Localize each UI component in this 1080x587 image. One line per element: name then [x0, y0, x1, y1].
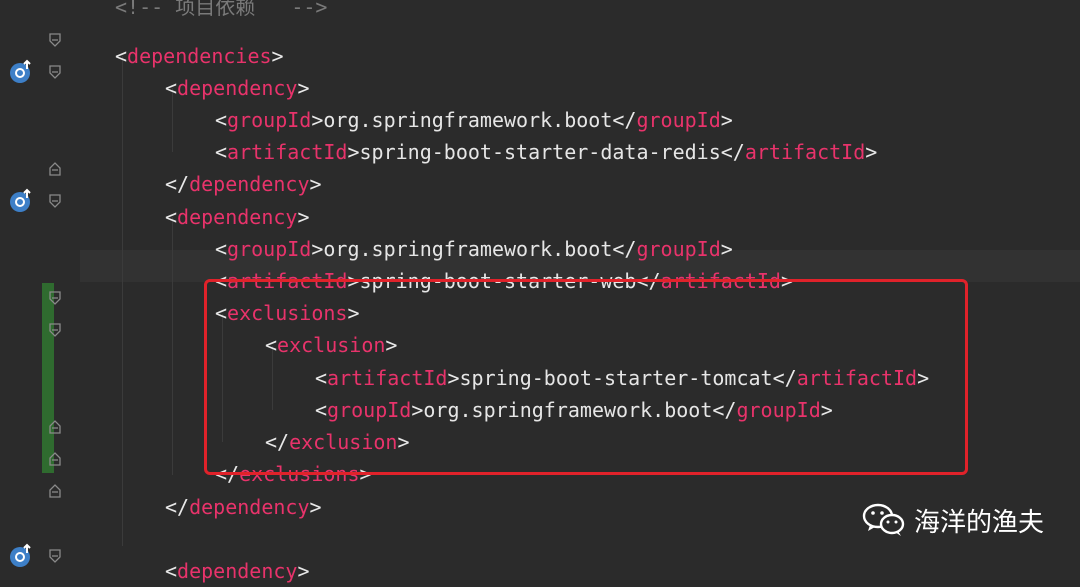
tag-name: groupId [636, 108, 721, 132]
tag-name: dependency [189, 495, 310, 519]
tag-name: groupId [227, 237, 312, 261]
tag-bracket: </ [165, 172, 190, 196]
wechat-icon [862, 503, 905, 536]
tag-bracket: > [865, 140, 878, 164]
editor-gutter [0, 0, 80, 568]
code-line[interactable]: <artifactId>spring-boot-starter-data-red… [215, 136, 877, 168]
tag-bracket: </ [612, 108, 637, 132]
tag-bracket: > [297, 559, 310, 583]
tag-bracket: > [311, 237, 324, 261]
code-line[interactable]: <dependency> [165, 72, 310, 104]
fold-close-icon[interactable] [48, 420, 62, 434]
fold-open-icon[interactable] [48, 65, 62, 79]
tag-bracket: < [165, 559, 178, 583]
code-line[interactable]: </dependency> [165, 491, 322, 523]
vcs-added-bar [42, 283, 54, 473]
indent-guide [122, 56, 123, 546]
fold-open-icon[interactable] [48, 323, 62, 337]
tag-bracket: </ [165, 495, 190, 519]
fold-open-icon[interactable] [48, 291, 62, 305]
fold-open-icon[interactable] [48, 33, 62, 47]
tag-bracket: < [115, 44, 128, 68]
fold-open-icon[interactable] [48, 194, 62, 208]
tag-bracket: > [309, 172, 322, 196]
tag-value: spring-boot-starter-data-redis [359, 140, 721, 164]
implemented-marker-icon[interactable] [8, 188, 34, 214]
tag-name: groupId [636, 237, 721, 261]
tag-bracket: </ [612, 237, 637, 261]
tag-bracket: > [297, 76, 310, 100]
tag-bracket: > [309, 495, 322, 519]
code-comment: <!-- 项目依赖 --> [115, 0, 328, 19]
tag-name: dependency [177, 205, 298, 229]
tag-bracket: </ [720, 140, 745, 164]
fold-close-icon[interactable] [48, 484, 62, 498]
tag-bracket: < [215, 140, 228, 164]
tag-name: dependency [177, 559, 298, 583]
fold-close-icon[interactable] [48, 162, 62, 176]
watermark-text: 海洋的渔夫 [914, 507, 1045, 538]
tag-name: dependencies [127, 44, 272, 68]
tag-bracket: > [271, 44, 284, 68]
tag-bracket: > [720, 237, 733, 261]
tag-bracket: < [215, 237, 228, 261]
tag-bracket: < [165, 205, 178, 229]
implemented-marker-icon[interactable] [8, 543, 34, 569]
tag-bracket: > [311, 108, 324, 132]
tag-value: org.springframework.boot [323, 108, 613, 132]
tag-bracket: > [347, 140, 360, 164]
tag-bracket: > [720, 108, 733, 132]
exclusions-highlight-box [204, 279, 968, 475]
tag-bracket: < [165, 76, 178, 100]
code-line[interactable]: <groupId>org.springframework.boot</group… [215, 233, 733, 265]
implemented-marker-icon[interactable] [8, 59, 34, 85]
indent-guide [172, 217, 173, 475]
code-line[interactable]: </dependency> [165, 168, 322, 200]
tag-bracket: > [297, 205, 310, 229]
code-line[interactable]: <dependency> [165, 555, 310, 587]
tag-name: artifactId [744, 140, 866, 164]
fold-close-icon[interactable] [48, 452, 62, 466]
tag-bracket: < [215, 108, 228, 132]
code-line[interactable]: <dependency> [165, 201, 310, 233]
tag-value: org.springframework.boot [323, 237, 613, 261]
code-line[interactable]: <dependencies> [115, 40, 284, 72]
tag-name: artifactId [227, 140, 348, 164]
code-line[interactable]: <groupId>org.springframework.boot</group… [215, 104, 733, 136]
tag-name: groupId [227, 108, 312, 132]
wechat-watermark: 海洋的渔夫 [862, 500, 1044, 540]
fold-open-icon[interactable] [48, 549, 62, 563]
tag-name: dependency [177, 76, 298, 100]
tag-name: dependency [189, 172, 310, 196]
